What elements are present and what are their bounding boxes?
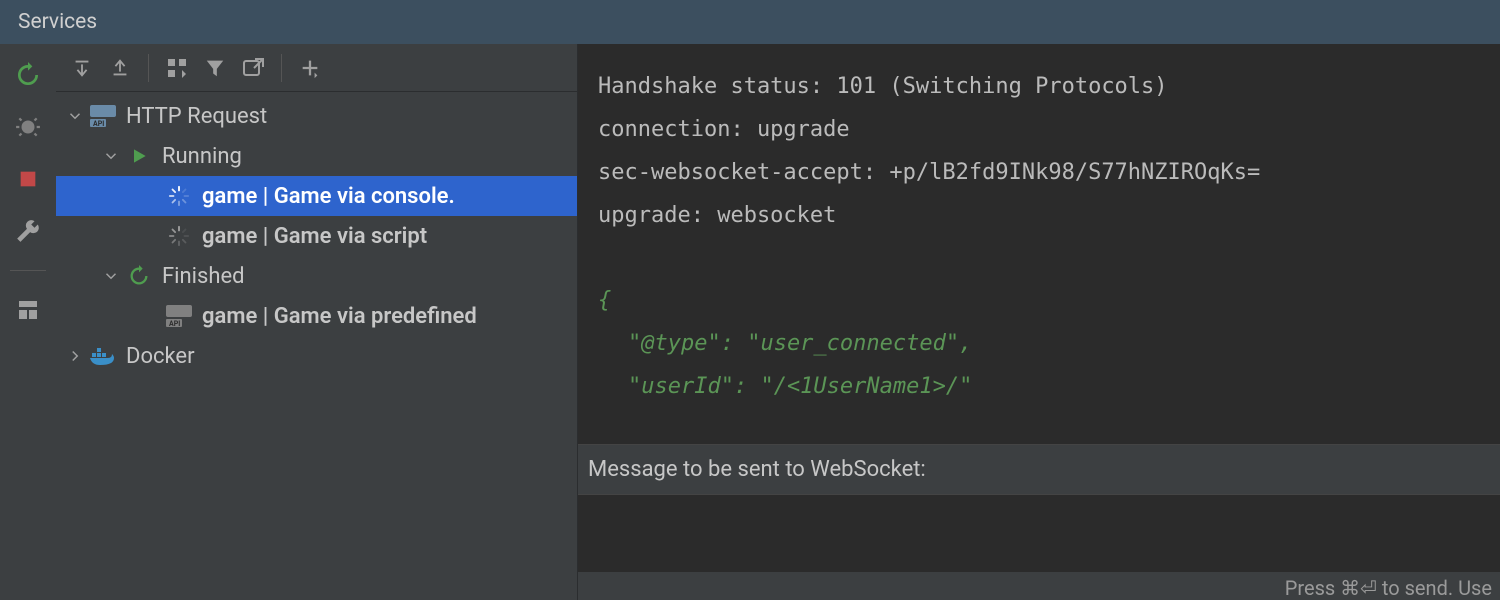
- message-input[interactable]: [578, 494, 1500, 572]
- svg-text:API: API: [93, 120, 104, 127]
- chevron-down-icon: [102, 147, 120, 165]
- tree-label: game | Game via predefined: [202, 304, 477, 329]
- panel-title: Services: [0, 0, 1500, 44]
- output-line: upgrade: websocket: [598, 195, 1480, 238]
- tree-label: Finished: [162, 264, 245, 289]
- panel-title-text: Services: [18, 10, 97, 34]
- chevron-right-icon: [66, 347, 84, 365]
- rerun-icon: [126, 263, 152, 289]
- tree-label: Docker: [126, 344, 195, 369]
- toolbar-separator: [148, 54, 149, 82]
- tree-label: game | Game via script: [202, 224, 427, 249]
- rerun-icon[interactable]: [11, 58, 45, 92]
- tree-label: HTTP Request: [126, 104, 267, 129]
- output-line: sec-websocket-accept: +p/lB2fd9INk98/S77…: [598, 152, 1480, 195]
- output-blank: [598, 238, 1480, 281]
- output-line: connection: upgrade: [598, 109, 1480, 152]
- spinner-icon: [166, 223, 192, 249]
- stop-icon[interactable]: [11, 162, 45, 196]
- main-area: API HTTP Request Running game | Game via…: [0, 44, 1500, 600]
- message-input-label: Message to be sent to WebSocket:: [578, 445, 1500, 494]
- chevron-down-icon: [102, 267, 120, 285]
- add-icon[interactable]: [292, 50, 328, 86]
- tree-item-game-predefined[interactable]: API game | Game via predefined: [56, 296, 577, 336]
- expand-all-icon[interactable]: [64, 50, 100, 86]
- tree-panel: API HTTP Request Running game | Game via…: [56, 44, 578, 600]
- debug-icon[interactable]: [11, 110, 45, 144]
- spinner-icon: [166, 183, 192, 209]
- json-line: "userId": "/<1UserName1>/": [598, 366, 1480, 409]
- gutter-separator: [10, 270, 46, 271]
- wrench-icon[interactable]: [11, 214, 45, 248]
- group-by-icon[interactable]: [159, 50, 195, 86]
- json-line: "@type": "user_connected",: [598, 323, 1480, 366]
- tree-node-running[interactable]: Running: [56, 136, 577, 176]
- content-panel: Handshake status: 101 (Switching Protoco…: [578, 44, 1500, 600]
- tree-node-finished[interactable]: Finished: [56, 256, 577, 296]
- websocket-output[interactable]: Handshake status: 101 (Switching Protoco…: [578, 44, 1500, 445]
- tree-label: Running: [162, 144, 242, 169]
- layout-icon[interactable]: [11, 293, 45, 327]
- chevron-down-icon: [66, 107, 84, 125]
- tree-toolbar: [56, 44, 577, 92]
- tree-label: game | Game via console.: [202, 184, 455, 209]
- collapse-all-icon[interactable]: [102, 50, 138, 86]
- json-open-brace: {: [598, 280, 1480, 323]
- svg-text:API: API: [169, 320, 180, 327]
- toolbar-separator: [281, 54, 282, 82]
- tree-item-game-script[interactable]: game | Game via script: [56, 216, 577, 256]
- services-tree: API HTTP Request Running game | Game via…: [56, 92, 577, 600]
- api-icon: API: [90, 103, 116, 129]
- message-hint: Press ⌘⏎ to send. Use: [578, 572, 1500, 600]
- tree-node-http-request[interactable]: API HTTP Request: [56, 96, 577, 136]
- docker-icon: [90, 343, 116, 369]
- filter-icon[interactable]: [197, 50, 233, 86]
- output-line: Handshake status: 101 (Switching Protoco…: [598, 66, 1480, 109]
- tree-item-game-console[interactable]: game | Game via console.: [56, 176, 577, 216]
- api-icon: API: [166, 303, 192, 329]
- run-icon: [126, 143, 152, 169]
- tree-node-docker[interactable]: Docker: [56, 336, 577, 376]
- open-tab-icon[interactable]: [235, 50, 271, 86]
- left-gutter: [0, 44, 56, 600]
